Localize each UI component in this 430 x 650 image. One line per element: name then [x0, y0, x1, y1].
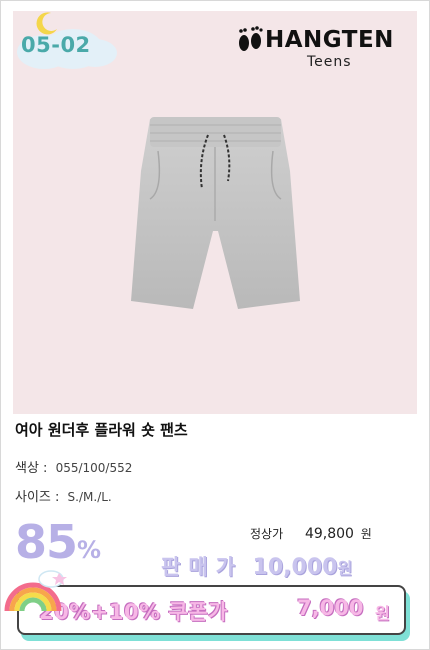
date-text: 05-02 — [21, 33, 91, 57]
footprints-icon — [239, 26, 263, 51]
regular-price-unit: 원 — [360, 527, 372, 541]
color-label: 색상 : — [15, 461, 48, 476]
coupon-price-unit: 원 — [375, 604, 390, 623]
size-label: 사이즈 : — [15, 490, 60, 505]
sale-price-value: 10,000 — [252, 555, 338, 580]
regular-price: 정상가 49,800 원 — [250, 525, 372, 542]
color-spec: 색상 : 055/100/552 — [15, 457, 132, 476]
brand-subtitle: Teens — [307, 54, 352, 70]
regular-price-value: 49,800 — [304, 526, 354, 542]
size-value: S./M./L. — [67, 490, 112, 504]
coupon-price-box[interactable]: 20%+10% 쿠폰가 7,000 원 — [17, 585, 410, 641]
size-spec: 사이즈 : S./M./L. — [15, 486, 112, 505]
discount-number: 85 — [15, 515, 78, 569]
brand-logo: HANGTEN Teens — [237, 23, 407, 75]
product-card[interactable]: 05-02 HANGTEN Teens 여아 원더후 플라워 숏 팬츠 색상:… — [0, 0, 430, 650]
shorts-image — [131, 117, 300, 309]
discount-percent-sign: % — [77, 536, 102, 564]
regular-price-label: 정상가 — [250, 527, 284, 541]
discount-rate: 85% — [15, 515, 101, 569]
product-image-area[interactable]: 05-02 HANGTEN Teens — [13, 11, 417, 414]
sale-price-label: 판매가 — [161, 555, 243, 579]
brand-name: HANGTEN — [265, 27, 394, 53]
coupon-price-value: 7,000 — [297, 596, 364, 620]
date-badge: 05-02 — [13, 11, 123, 77]
rainbow-icon — [4, 570, 67, 612]
product-title[interactable]: 여아 원더후 플라워 숏 팬츠 — [15, 419, 188, 440]
color-value: 055/100/552 — [55, 461, 133, 475]
sale-price-unit: 원 — [337, 559, 353, 578]
sale-price: 판매가 10,000원 — [161, 551, 352, 581]
